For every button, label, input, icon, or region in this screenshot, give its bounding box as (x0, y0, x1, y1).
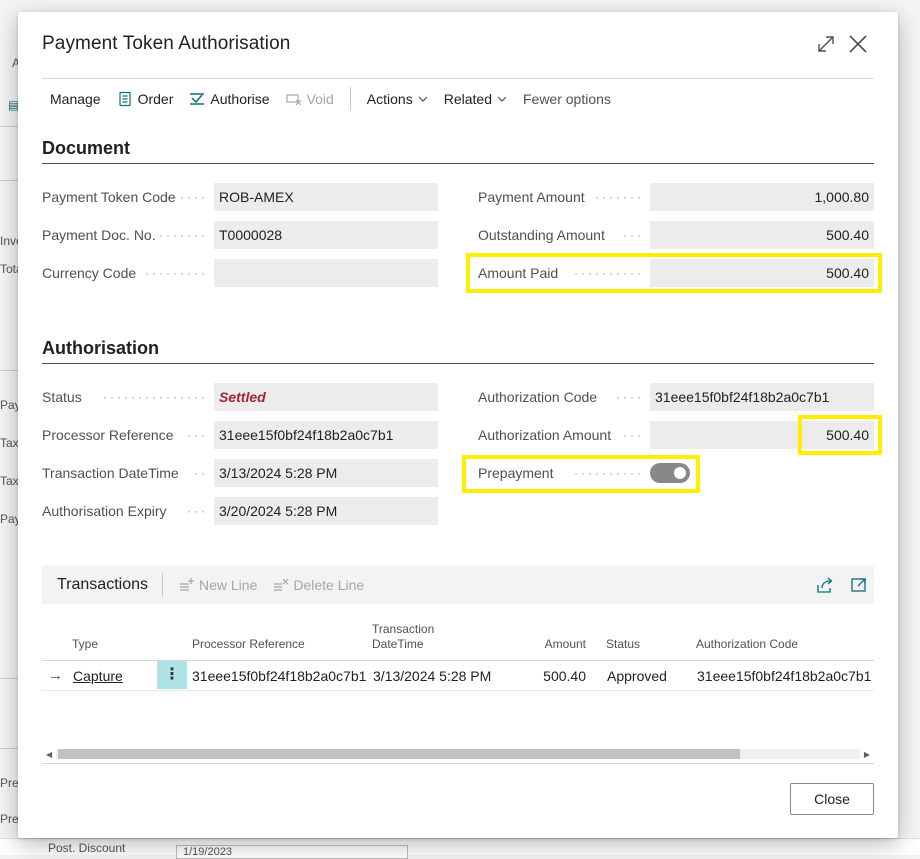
authorization-code-field: Authorization Code ···· 31eee15f0bf24f18b… (478, 383, 874, 411)
currency-code-value[interactable] (214, 259, 438, 287)
transaction-datetime-field: Transaction DateTime ·· 3/13/2024 5:28 PM (42, 459, 438, 487)
authorization-amount-field: Authorization Amount ··· 500.40 (478, 421, 874, 449)
payment-token-code-field: Payment Token Code ······· ROB-AMEX (42, 183, 438, 211)
row-arrow-icon: → (48, 667, 63, 684)
payment-amount-value[interactable]: 1,000.80 (650, 183, 874, 211)
field-label: Payment Amount (478, 189, 585, 205)
status-value[interactable]: Settled (214, 383, 438, 411)
void-icon (285, 94, 301, 106)
order-button[interactable]: Order (109, 84, 182, 114)
field-label: Status (42, 389, 82, 405)
dialog-title: Payment Token Authorisation (42, 33, 291, 54)
type-cell[interactable]: Capture (73, 661, 153, 691)
field-label: Payment Doc. No. (42, 227, 156, 243)
scrollbar-thumb[interactable] (58, 749, 740, 759)
expand-icon[interactable] (814, 32, 838, 56)
delete-line-button[interactable]: Delete Line (265, 577, 372, 593)
fewer-options-button[interactable]: Fewer options (515, 84, 619, 114)
close-button[interactable]: Close (790, 783, 874, 815)
prepayment-toggle[interactable] (650, 463, 690, 483)
manage-button[interactable]: Manage (42, 84, 109, 114)
scroll-left-icon[interactable]: ◀ (46, 750, 52, 759)
amount-paid-value[interactable]: 500.40 (650, 259, 874, 287)
chevron-down-icon (418, 96, 428, 102)
new-line-button[interactable]: New Line (171, 577, 265, 593)
delete-line-icon (274, 578, 289, 591)
processor-reference-value[interactable]: 31eee15f0bf24f18b2a0c7b1 (214, 421, 438, 449)
check-payment-icon (190, 93, 205, 105)
background-bottom-field: Post. Discount 1/19/2023 (0, 838, 920, 859)
field-label: Transaction DateTime (42, 465, 179, 481)
column-header-authorization-code[interactable]: Authorization Code (696, 604, 874, 660)
field-label: Authorization Code (478, 389, 598, 405)
field-label: Prepayment (478, 465, 554, 481)
column-header-transaction-datetime[interactable]: Transaction DateTime (372, 604, 522, 660)
outstanding-amount-field: Outstanding Amount ··· 500.40 (478, 221, 874, 249)
new-line-icon (180, 578, 194, 591)
field-label: Amount Paid (478, 265, 559, 281)
currency-code-field: Currency Code ········· (42, 259, 438, 287)
bg-bottom-value: 1/19/2023 (176, 845, 408, 859)
processor-reference-field: Processor Reference ··· 31eee15f0bf24f18b… (42, 421, 438, 449)
authorisation-expiry-value[interactable]: 3/20/2024 5:28 PM (214, 497, 438, 525)
prepayment-field: Prepayment ·········· (478, 465, 644, 481)
bg-fragment: Tax (0, 474, 19, 488)
document-icon (118, 91, 131, 107)
table-row[interactable]: → Capture ⋮ 31eee15f0bf24f18b2a0c7b1 3/1… (42, 661, 874, 691)
close-icon[interactable] (846, 32, 870, 56)
processor-reference-cell: 31eee15f0bf24f18b2a0c7b1 (192, 668, 367, 684)
column-header-amount[interactable]: Amount (522, 604, 586, 660)
field-label: Authorization Amount (478, 427, 612, 443)
authorization-amount-value[interactable]: 500.40 (650, 421, 874, 449)
status-cell: Approved (607, 668, 667, 684)
field-label: Currency Code (42, 265, 137, 281)
bg-fragment: Tax (0, 436, 19, 450)
authorization-code-value[interactable]: 31eee15f0bf24f18b2a0c7b1 (650, 383, 874, 411)
open-in-new-icon[interactable] (850, 576, 868, 594)
payment-doc-no-field: Payment Doc. No. ······· T0000028 (42, 221, 438, 249)
field-label: Processor Reference (42, 427, 174, 443)
action-bar: Manage Order Authorise Void Actions Rela… (42, 78, 874, 119)
payment-doc-no-value[interactable]: T0000028 (214, 221, 438, 249)
transactions-header: Transactions New Line Delete Line (42, 566, 874, 604)
payment-token-code-value[interactable]: ROB-AMEX (214, 183, 438, 211)
payment-amount-field: Payment Amount ······· 1,000.80 (478, 183, 874, 211)
share-icon[interactable] (816, 576, 834, 594)
transactions-part: Transactions New Line Delete Line Type P… (42, 566, 874, 764)
authorise-button[interactable]: Authorise (181, 84, 277, 114)
transaction-datetime-cell: 3/13/2024 5:28 PM (373, 668, 492, 684)
field-label: Authorisation Expiry (42, 503, 167, 519)
authorisation-heading: Authorisation (42, 338, 159, 358)
status-field: Status ··············· Settled (42, 383, 438, 411)
payment-token-dialog: Payment Token Authorisation Manage Order… (18, 12, 898, 838)
bg-bottom-label: Post. Discount (48, 841, 126, 855)
toggle-knob (674, 467, 686, 479)
row-menu-button[interactable]: ⋮ (157, 661, 187, 689)
scroll-right-icon[interactable]: ▶ (864, 750, 870, 759)
actions-menu[interactable]: Actions (359, 84, 436, 114)
related-menu[interactable]: Related (436, 84, 515, 114)
transaction-datetime-value[interactable]: 3/13/2024 5:28 PM (214, 459, 438, 487)
void-button[interactable]: Void (278, 84, 342, 114)
field-label: Payment Token Code (42, 189, 176, 205)
amount-paid-field: Amount Paid ·········· 500.40 (478, 259, 874, 287)
column-header-type[interactable]: Type (72, 604, 162, 660)
transactions-title: Transactions (57, 576, 148, 593)
outstanding-amount-value[interactable]: 500.40 (650, 221, 874, 249)
field-label: Outstanding Amount (478, 227, 605, 243)
document-heading: Document (42, 138, 131, 158)
amount-cell: 500.40 (543, 668, 586, 684)
horizontal-scrollbar[interactable]: ◀ ▶ (42, 746, 874, 762)
authorization-code-cell: 31eee15f0bf24f18b2a0c7b1 (697, 668, 872, 684)
column-header-processor-reference[interactable]: Processor Reference (192, 604, 362, 660)
chevron-down-icon (497, 96, 507, 102)
authorisation-expiry-field: Authorisation Expiry ··· 3/20/2024 5:28 P… (42, 497, 438, 525)
column-header-status[interactable]: Status (606, 604, 686, 660)
